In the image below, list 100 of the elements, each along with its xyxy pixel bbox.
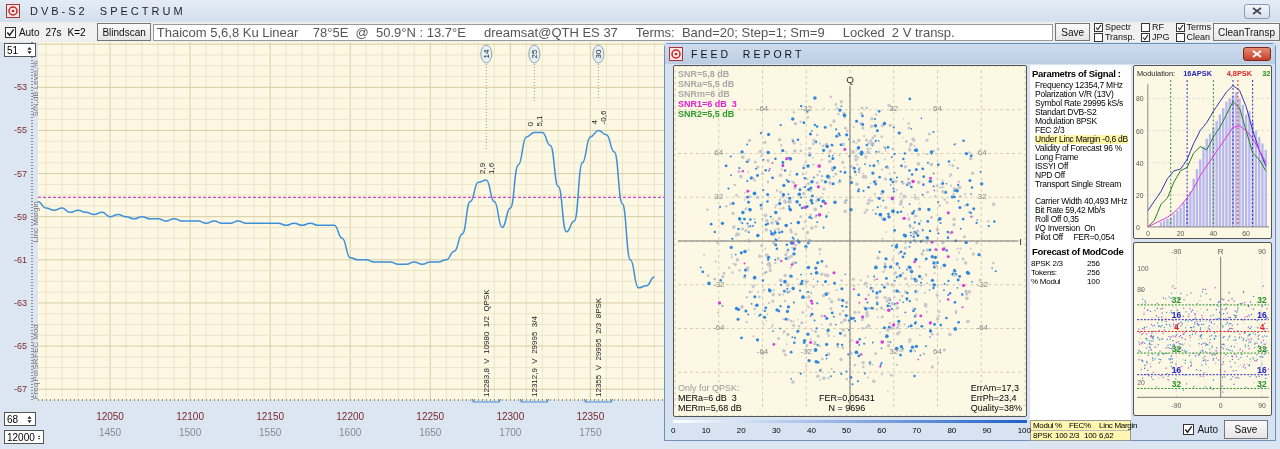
x-tick-label: 1700 <box>499 427 522 438</box>
scale-label: 100 <box>1017 426 1031 435</box>
section-title: Parametrs of Signal : <box>1032 68 1121 79</box>
axis-label: Q <box>846 73 854 85</box>
fer-text: N = 9696 <box>828 403 866 413</box>
x-tick-label: 1550 <box>259 427 282 438</box>
grid-label: -32 <box>976 279 988 289</box>
axis-title: Linc Margin <box>31 201 40 243</box>
section-title: Forecast of ModCode <box>1032 246 1124 257</box>
channel-label: 12312,9 V 29995 3/4 <box>530 316 540 397</box>
parameter-line: Transport Single Stream <box>1035 180 1122 189</box>
scale-label: 40 <box>807 426 816 435</box>
fer-text: FER=0,05431 <box>819 393 875 403</box>
parameter-line: Carrier Width 40,493 MHz <box>1035 197 1128 206</box>
x-tick-label: 12100 <box>176 411 204 422</box>
parameter-line: Modulation 8PSK <box>1035 117 1097 126</box>
level-label: 16 <box>1257 365 1267 376</box>
axis-title: SR <box>31 358 40 370</box>
level-label: 4 <box>1259 322 1265 332</box>
axis-title: Mod <box>31 324 40 340</box>
parameter-line: Standart DVB-S2 <box>1035 108 1097 117</box>
parameter-line: FEC 2/3 <box>1035 126 1065 135</box>
x-tick-label: 1450 <box>98 427 122 438</box>
error-text: ErrPh=23,4 <box>970 393 1017 403</box>
grid-label: 64 <box>933 347 942 357</box>
scale-label: 80 <box>947 426 957 435</box>
forecast-cell: % Modul <box>1031 277 1061 286</box>
y-tick-label: -55 <box>14 125 27 136</box>
level-label: 32 <box>1171 295 1182 306</box>
parameter-line: NPD Off <box>1035 171 1065 180</box>
column-header: % <box>1084 421 1092 430</box>
level-label: 16 <box>1257 310 1267 321</box>
level-label: 4 <box>1174 322 1179 332</box>
level-label: 32 <box>1257 295 1267 306</box>
grid-label: -64 <box>976 323 988 333</box>
table-cell: 100 <box>1055 431 1069 440</box>
peak-value: 5,1 <box>535 115 545 127</box>
x-tick-label: 12350 <box>576 411 605 422</box>
grid-label: -64 <box>756 347 769 357</box>
grid-label: 32 <box>889 347 899 357</box>
x-tick-label: 12150 <box>256 411 285 422</box>
parameter-line: Polarization V/R (13V) <box>1035 90 1114 99</box>
peak-value: 2,9 <box>478 162 488 174</box>
channel-label: 12355 V 29995 2/3 8PSK <box>594 297 604 397</box>
k-value: K=2 <box>67 26 86 38</box>
x-tick-label: 1600 <box>339 427 362 438</box>
axis-title: Freq <box>31 382 40 400</box>
mer-text: MERm=5,68 dB <box>678 403 742 413</box>
x-tick-label: 1650 <box>419 427 442 438</box>
y-tick-label: -65 <box>14 341 27 352</box>
x-tick-label: 12250 <box>416 411 445 422</box>
y-tick-label: -53 <box>14 82 27 93</box>
note-text: Only for QPSK: <box>678 383 740 393</box>
parameter-line: Frequency 12354,7 MHz <box>1035 81 1123 90</box>
snr-text: SNRm=6 dB <box>678 89 730 99</box>
x-tick-label: 1500 <box>178 427 202 438</box>
grid-label: -64 <box>713 323 725 333</box>
channel-label: 12283,8 V 10980 1/2 QPSK <box>482 289 492 397</box>
snr-text: SNR1=6 dB 3 <box>678 99 737 109</box>
y-tick-label: -67 <box>14 384 27 395</box>
table-cell-text: 100 <box>1084 431 1098 440</box>
x-tick-label: 12050 <box>96 411 124 422</box>
y-tick-label: -61 <box>14 254 27 265</box>
scale-label: 90 <box>982 426 992 435</box>
grid-label: 64 <box>933 103 942 113</box>
window-title: DVB-S2 SPECTRUM <box>30 5 186 17</box>
snr-text: SNR=5,8 dB <box>678 69 730 79</box>
y-tick-label: -63 <box>14 297 27 308</box>
x-tick-label: 12200 <box>336 411 365 422</box>
error-text: ErrAm=17,3 <box>970 383 1019 393</box>
peak-value: 0 <box>526 122 536 127</box>
grid-label: -64 <box>756 103 769 113</box>
column-header: Modul <box>1033 421 1055 430</box>
forecast-cell: 256 <box>1087 268 1100 277</box>
forecast-cell: Tokens: <box>1031 268 1057 277</box>
axis-title: Level,% <box>31 60 40 90</box>
scale-label: 10 <box>701 426 711 435</box>
forecast-cell: 100 <box>1087 277 1100 286</box>
grid-label: 32 <box>977 192 987 202</box>
parameter-line: ISSYI Off <box>1035 162 1069 171</box>
column-header: % <box>1055 421 1063 430</box>
forecast-cell: 8PSK 2/3 <box>1031 259 1063 268</box>
axis-title: S/N,dB <box>31 91 40 117</box>
table-cell-text: 2/3 <box>1069 431 1081 440</box>
grid-label: -32 <box>800 103 812 113</box>
parameter-line: Long Frame <box>1035 153 1079 162</box>
parameter-line: Bit Rate 59,42 Mb/s <box>1035 206 1105 215</box>
scale-label: 70 <box>912 426 922 435</box>
level-label: 32 <box>1171 379 1182 389</box>
mer-text: MERa=6 dB 3 <box>678 393 737 403</box>
scale-label: 50 <box>842 426 851 435</box>
scale-label: 20 <box>736 426 746 435</box>
column-header: Linc Margin <box>1099 421 1138 430</box>
grid-label: 64 <box>977 148 987 158</box>
grid-label: -32 <box>713 279 725 289</box>
column-header: FEC <box>1069 421 1084 430</box>
scale-label: 30 <box>771 426 781 435</box>
error-text: Quality=38% <box>970 403 1022 413</box>
peak-value: 4 <box>590 119 600 125</box>
axis-label: I <box>1019 236 1022 247</box>
